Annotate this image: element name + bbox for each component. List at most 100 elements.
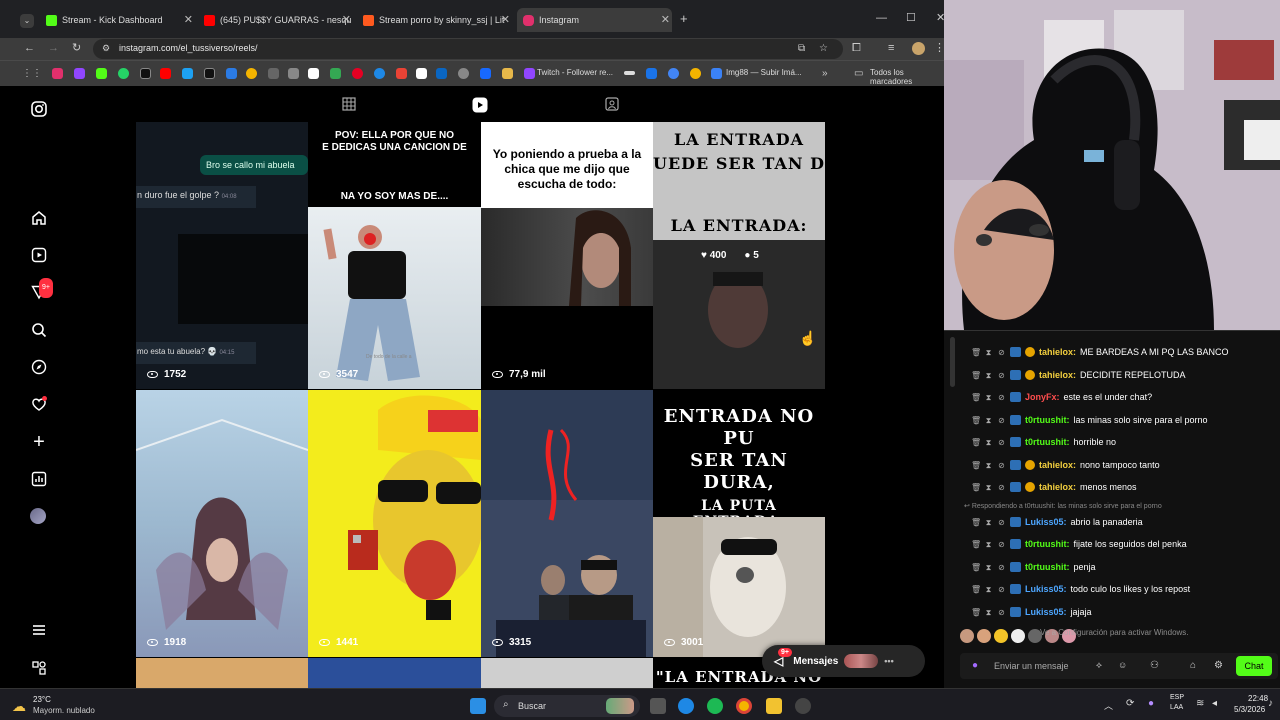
tab-tagged-icon[interactable] xyxy=(604,97,620,113)
delete-icon[interactable]: 🗑 xyxy=(971,518,981,527)
bookmark-kick-icon[interactable] xyxy=(96,68,107,79)
bookmark-generic-icon[interactable] xyxy=(624,71,635,75)
bookmark-youtube-icon[interactable] xyxy=(160,68,171,79)
timeout-icon[interactable]: ⧗ xyxy=(984,393,993,402)
maximize-icon[interactable]: ☐ xyxy=(906,13,916,24)
bookmark-up-icon[interactable] xyxy=(416,68,427,79)
commands-icon[interactable]: ⟡ xyxy=(1096,660,1102,671)
chat-username[interactable]: tahielox: xyxy=(1039,482,1076,492)
ban-icon[interactable]: ⊘ xyxy=(997,608,1006,617)
tab-instagram[interactable]: Instagram ✕ xyxy=(517,8,672,32)
bookmark-up-icon[interactable] xyxy=(308,68,319,79)
reel-tile[interactable]: Yo poniendo a prueba a la chica que me d… xyxy=(481,122,653,389)
reading-list-icon[interactable]: ≡ xyxy=(888,43,894,54)
notifications-heart-icon[interactable] xyxy=(30,396,48,414)
bookmark-twitch-icon[interactable] xyxy=(74,68,85,79)
tab-stream-porro[interactable]: Stream porro by skinny_ssj | Lit ✕ xyxy=(357,8,512,32)
extensions-icon[interactable]: ⧠ xyxy=(852,43,861,54)
ban-icon[interactable]: ⊘ xyxy=(997,518,1006,527)
site-info-icon[interactable]: ⚙ xyxy=(102,43,110,54)
chat-username[interactable]: t0rtuushit: xyxy=(1025,539,1070,549)
tab-kick[interactable]: Stream - Kick Dashboard ✕ xyxy=(40,8,195,32)
community-icon[interactable]: ⚇ xyxy=(1150,660,1159,671)
emote-icon[interactable] xyxy=(1011,629,1025,643)
gift-icon[interactable]: ⌂ xyxy=(1190,660,1196,671)
chat-username[interactable]: tahielox: xyxy=(1039,347,1076,357)
emoji-icon[interactable]: ☺ xyxy=(1118,660,1127,670)
tab-youtube[interactable]: (645) PU$$Y GUARRAS - nesqu ✕ xyxy=(198,8,353,32)
chat-username[interactable]: Lukiss05: xyxy=(1025,607,1067,617)
timeout-icon[interactable]: ⧗ xyxy=(984,540,993,549)
timeout-icon[interactable]: ⧗ xyxy=(984,348,993,357)
reel-tile[interactable] xyxy=(481,658,653,688)
bookmark-behance-icon[interactable] xyxy=(480,68,491,79)
delete-icon[interactable]: 🗑 xyxy=(971,483,981,492)
tray-app-icon[interactable]: ⟳ xyxy=(1126,698,1134,709)
bookmark-generic-icon[interactable] xyxy=(458,68,469,79)
task-view-icon[interactable] xyxy=(650,698,666,714)
profile-avatar[interactable] xyxy=(30,508,46,524)
new-tab-icon[interactable]: + xyxy=(680,12,688,25)
ban-icon[interactable]: ⊘ xyxy=(997,416,1006,425)
bookmark-cloud-icon[interactable] xyxy=(182,68,193,79)
reel-tile-hovered[interactable]: LA ENTRADA UEDE SER TAN D LA ENTRADA: ♥ … xyxy=(653,122,825,389)
obs-icon[interactable] xyxy=(795,698,811,714)
language-indicator[interactable]: ESP xyxy=(1170,694,1184,701)
weather-icon[interactable]: ☁ xyxy=(12,698,26,715)
emote-icon[interactable] xyxy=(977,629,991,643)
tray-chevron-icon[interactable]: ︿ xyxy=(1104,699,1113,712)
delete-icon[interactable]: 🗑 xyxy=(971,393,981,402)
delete-icon[interactable]: 🗑 xyxy=(971,461,981,470)
close-icon[interactable]: ✕ xyxy=(661,13,670,26)
chat-message[interactable]: 🗑 ⧗ ⊘ tahielox: DECIDITE REPELOTUDA xyxy=(971,367,1186,383)
messages-icon[interactable]: 9+ xyxy=(30,278,53,302)
close-icon[interactable]: ✕ xyxy=(501,13,510,26)
bookmark-generic-icon[interactable] xyxy=(288,68,299,79)
weather-temp[interactable]: 23°C xyxy=(33,695,51,704)
delete-icon[interactable]: 🗑 xyxy=(971,563,981,572)
volume-icon[interactable]: ◂ xyxy=(1212,698,1217,709)
tray-mic-icon[interactable]: ● xyxy=(1148,698,1154,709)
wifi-icon[interactable]: ≋ xyxy=(1196,698,1204,709)
chat-username[interactable]: t0rtuushit: xyxy=(1025,562,1070,572)
keyboard-layout[interactable]: LAA xyxy=(1170,704,1183,711)
chat-username[interactable]: t0rtuushit: xyxy=(1025,415,1070,425)
bookmark-generic-icon[interactable] xyxy=(396,68,407,79)
bookmark-imgbb[interactable]: Img88 — Subir Imá... xyxy=(726,68,802,77)
chat-message[interactable]: 🗑 ⧗ ⊘ t0rtuushit: horrible no xyxy=(971,434,1116,450)
bookmark-drive-icon[interactable] xyxy=(330,68,341,79)
chat-username[interactable]: Lukiss05: xyxy=(1025,584,1067,594)
chat-message[interactable]: 🗑 ⧗ ⊘ t0rtuushit: las minas solo sirve para … xyxy=(971,412,1208,428)
chat-username[interactable]: tahielox: xyxy=(1039,460,1076,470)
chat-message[interactable]: 🗑 ⧗ ⊘ Lukiss05: jajaja xyxy=(971,604,1092,620)
bookmark-whatsapp-icon[interactable] xyxy=(118,68,129,79)
ban-icon[interactable]: ⊘ xyxy=(997,461,1006,470)
more-bookmarks-icon[interactable]: » xyxy=(822,68,828,79)
ban-icon[interactable]: ⊘ xyxy=(997,483,1006,492)
reel-tile[interactable]: ENTRADA NO PU SER TAN DURA, LA PUTA ENTR… xyxy=(653,390,825,657)
settings-gear-icon[interactable]: ⚙ xyxy=(1214,660,1223,671)
chat-input-placeholder[interactable]: Enviar un mensaje xyxy=(994,661,1069,671)
address-bar[interactable]: ⚙ instagram.com/el_tussiverso/reels/ ⧉ ☆ xyxy=(93,39,843,59)
timeout-icon[interactable]: ⧗ xyxy=(984,461,993,470)
bookmark-instagram-icon[interactable] xyxy=(52,68,63,79)
ban-icon[interactable]: ⊘ xyxy=(997,348,1006,357)
close-icon[interactable]: ✕ xyxy=(184,13,193,26)
tab-reels-icon[interactable] xyxy=(472,97,488,113)
reel-tile[interactable]: Bro se callo mi abuela n duro fue el gol… xyxy=(136,122,308,389)
chat-message[interactable]: 🗑 ⧗ ⊘ Lukiss05: todo culo los likes y los re… xyxy=(971,581,1190,597)
ban-icon[interactable]: ⊘ xyxy=(997,438,1006,447)
tab-search-icon[interactable]: ⌄ xyxy=(20,14,34,28)
delete-icon[interactable]: 🗑 xyxy=(971,608,981,617)
more-menu-icon[interactable] xyxy=(30,622,48,640)
bookmark-chrome-icon[interactable] xyxy=(246,68,257,79)
start-windows-icon[interactable] xyxy=(470,698,486,714)
reload-icon[interactable]: ↻ xyxy=(72,43,81,54)
reel-tile[interactable]: 3315 xyxy=(481,390,653,657)
folder-icon[interactable]: ▭ xyxy=(854,68,863,79)
all-bookmarks[interactable]: Todos los marcadores xyxy=(870,68,944,86)
more-icon[interactable]: ••• xyxy=(884,656,893,666)
timeout-icon[interactable]: ⧗ xyxy=(984,585,993,594)
reel-tile[interactable]: 1441 xyxy=(308,390,481,657)
delete-icon[interactable]: 🗑 xyxy=(971,540,981,549)
